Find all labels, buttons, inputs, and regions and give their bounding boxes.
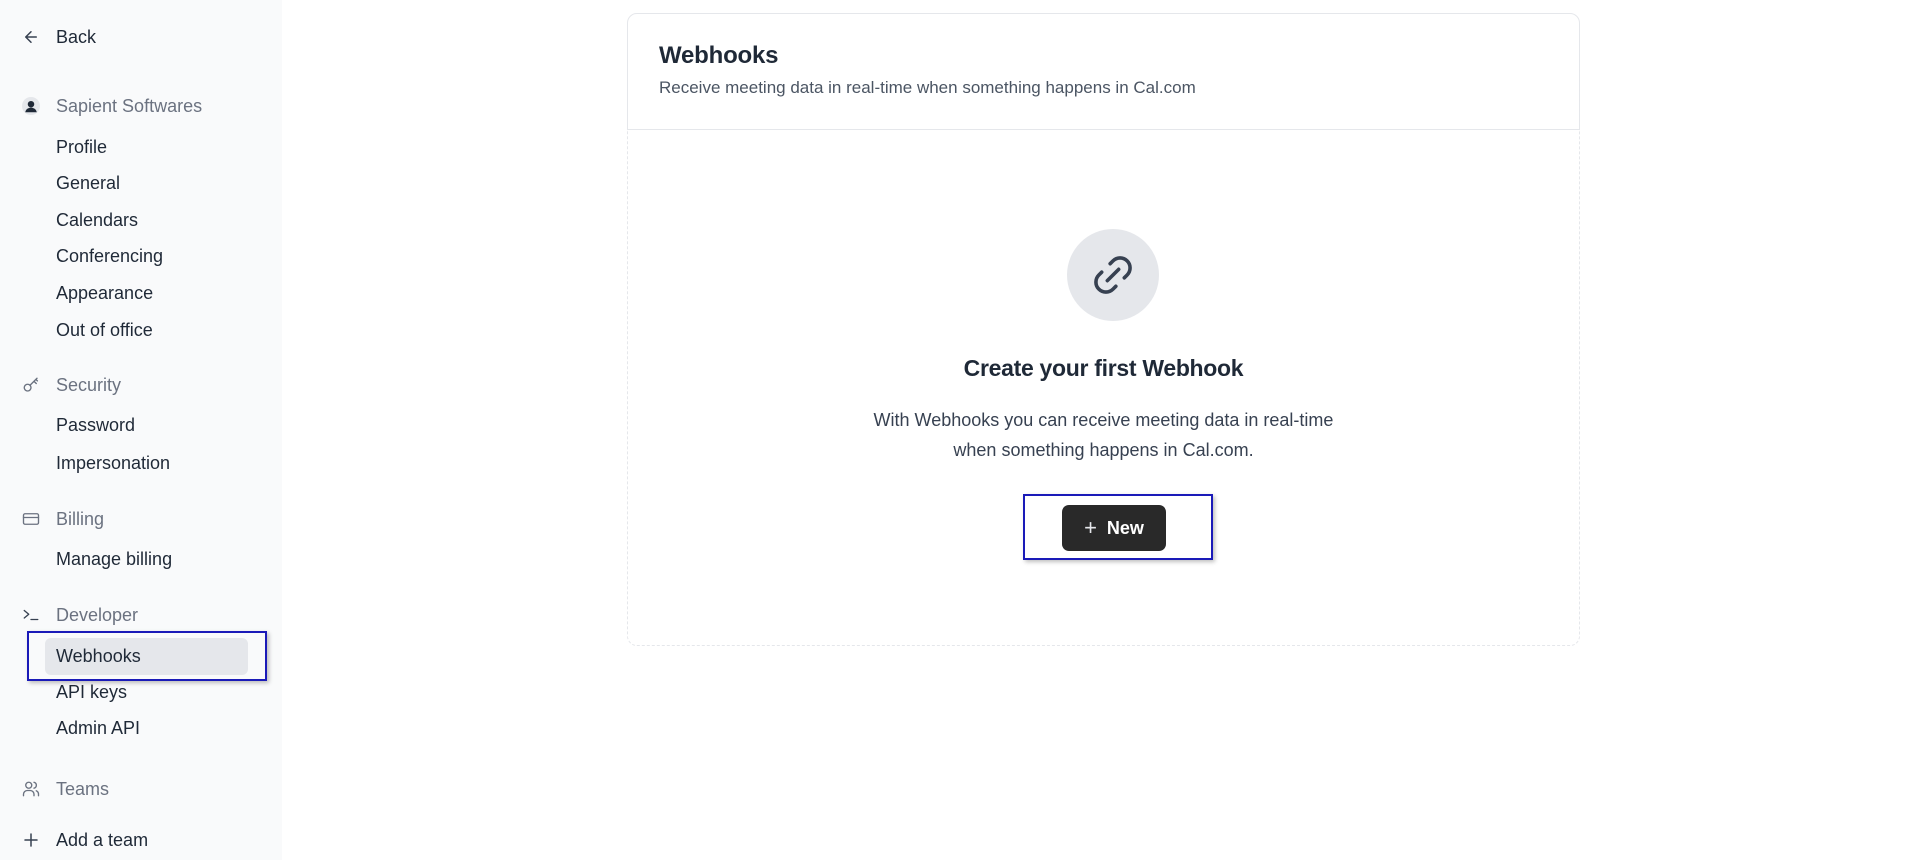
section-label: Billing bbox=[56, 508, 105, 529]
section-label: Security bbox=[56, 374, 122, 395]
new-button-label: New bbox=[1106, 517, 1144, 538]
empty-state: Create your first Webhook With Webhooks … bbox=[627, 129, 1580, 646]
add-team-label: Add a team bbox=[56, 829, 149, 850]
new-webhook-button[interactable]: + New bbox=[1062, 505, 1166, 551]
section-teams: Teams bbox=[0, 774, 282, 804]
item-label: Out of office bbox=[56, 319, 153, 340]
sidebar-item-out-of-office[interactable]: Out of office bbox=[0, 315, 282, 345]
page-subtitle: Receive meeting data in real-time when s… bbox=[659, 78, 1196, 97]
key-icon bbox=[22, 376, 40, 394]
empty-state-description: With Webhooks you can receive meeting da… bbox=[873, 410, 1334, 460]
terminal-icon bbox=[22, 606, 40, 624]
section-developer: Developer bbox=[0, 600, 282, 630]
section-security: Security bbox=[0, 370, 282, 400]
empty-state-title: Create your first Webhook bbox=[963, 355, 1244, 381]
item-label: Manage billing bbox=[56, 548, 173, 569]
sidebar-item-webhooks[interactable]: Webhooks bbox=[0, 641, 282, 671]
card-header: Webhooks Receive meeting data in real-ti… bbox=[627, 13, 1580, 130]
item-label: Password bbox=[56, 414, 136, 435]
sidebar-item-calendars[interactable]: Calendars bbox=[0, 205, 282, 235]
page-title: Webhooks bbox=[659, 42, 779, 69]
add-team-button[interactable]: Add a team bbox=[0, 825, 282, 855]
user-avatar-icon bbox=[22, 97, 40, 115]
section-label: Developer bbox=[56, 604, 139, 625]
item-label: API keys bbox=[56, 681, 128, 702]
sidebar-item-impersonation[interactable]: Impersonation bbox=[0, 448, 282, 478]
item-label: Calendars bbox=[56, 209, 139, 230]
sidebar-item-general[interactable]: General bbox=[0, 168, 282, 198]
section-billing: Billing bbox=[0, 504, 282, 534]
users-icon bbox=[22, 780, 40, 798]
item-label: Admin API bbox=[56, 717, 141, 738]
section-label: Teams bbox=[56, 778, 110, 799]
sidebar-item-conferencing[interactable]: Conferencing bbox=[0, 241, 282, 271]
back-label: Back bbox=[56, 26, 97, 47]
sidebar-item-admin-api[interactable]: Admin API bbox=[0, 713, 282, 743]
sidebar-item-manage-billing[interactable]: Manage billing bbox=[0, 544, 282, 574]
section-label: Sapient Softwares bbox=[56, 95, 203, 116]
item-label: General bbox=[56, 172, 121, 193]
item-label: Impersonation bbox=[56, 452, 171, 473]
webhooks-card: Webhooks Receive meeting data in real-ti… bbox=[627, 13, 1580, 646]
section-sapient-softwares: Sapient Softwares bbox=[0, 91, 282, 121]
credit-card-icon bbox=[22, 510, 40, 528]
sidebar-item-password[interactable]: Password bbox=[0, 410, 282, 440]
sidebar-item-appearance[interactable]: Appearance bbox=[0, 278, 282, 308]
plus-icon bbox=[22, 831, 40, 849]
plus-icon: + bbox=[1084, 515, 1097, 540]
arrow-left-icon bbox=[22, 28, 40, 46]
item-label: Webhooks bbox=[56, 645, 141, 666]
sidebar-item-api-keys[interactable]: API keys bbox=[0, 677, 282, 707]
link-icon bbox=[1067, 229, 1159, 321]
sidebar-item-profile[interactable]: Profile bbox=[0, 132, 282, 162]
back-button[interactable]: Back bbox=[0, 22, 282, 52]
settings-sidebar: Back Sapient Softwares Profile General C… bbox=[0, 0, 282, 860]
item-label: Profile bbox=[56, 136, 108, 157]
item-label: Conferencing bbox=[56, 245, 164, 266]
item-label: Appearance bbox=[56, 282, 154, 303]
